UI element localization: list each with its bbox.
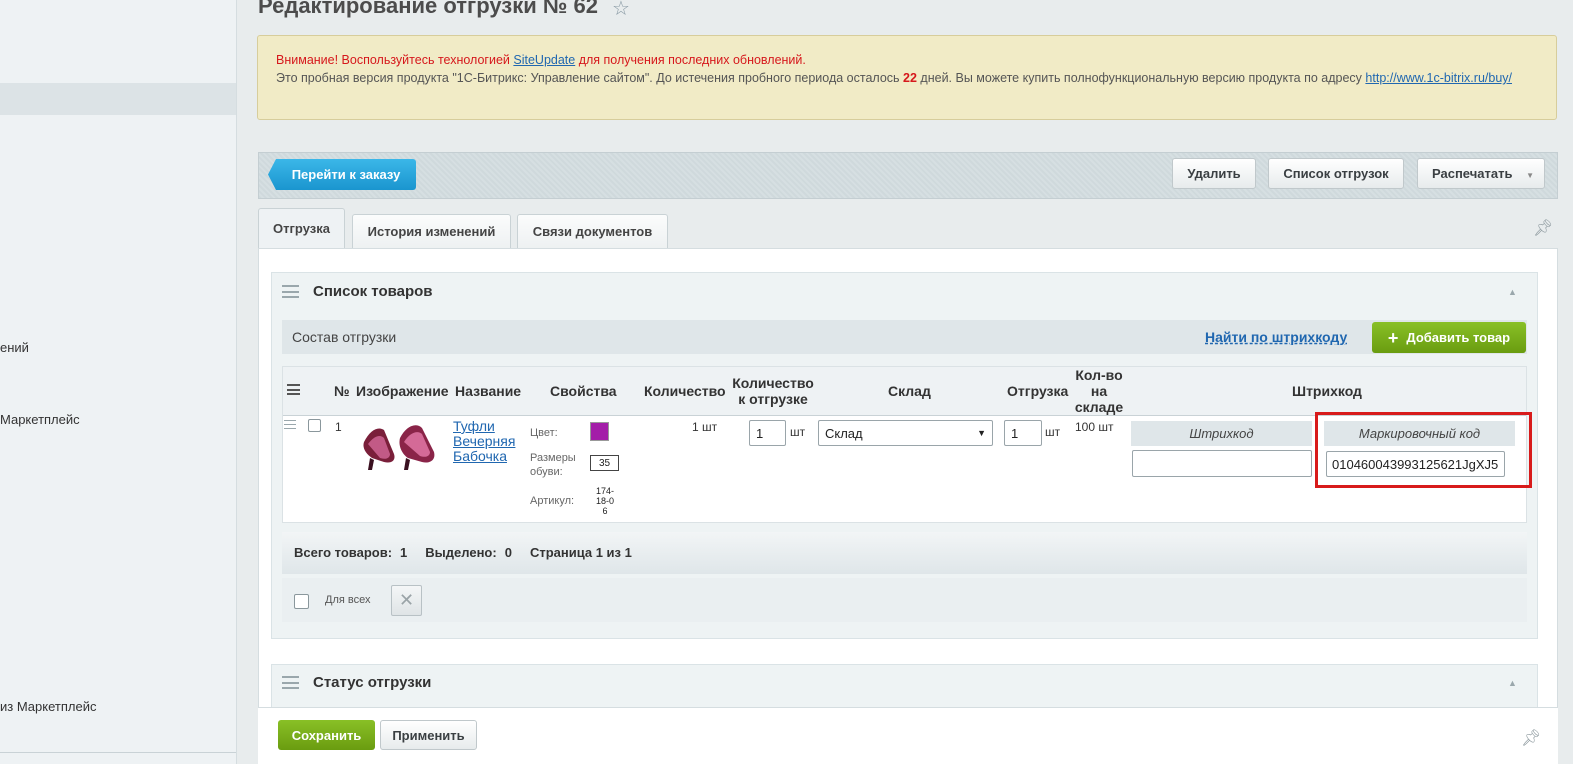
notice-warning-prefix: Внимание! Воспользуйтесь технологией: [276, 53, 514, 67]
qty-to-ship-input[interactable]: 1: [749, 420, 786, 446]
shipments-list-button[interactable]: Список отгрузок: [1268, 158, 1404, 189]
page-title: Редактирование отгрузки № 62: [258, 0, 598, 18]
qty-to-ship-unit: шт: [790, 425, 806, 439]
grid-menu-icon[interactable]: [287, 384, 300, 395]
row-drag-icon[interactable]: [284, 420, 296, 429]
col-qty-to-ship: Количество к отгрузке: [732, 375, 814, 407]
chevron-down-icon: ▼: [1526, 171, 1534, 180]
barcode-input[interactable]: [1132, 450, 1312, 477]
for-all-checkbox[interactable]: [294, 594, 309, 609]
notice-days: 22: [903, 71, 917, 85]
collapse-icon[interactable]: ▲: [1508, 678, 1517, 688]
page-label: Страница 1 из 1: [529, 545, 632, 560]
col-properties: Свойства: [550, 383, 617, 399]
pin-icon[interactable]: 📌︎: [1521, 728, 1541, 748]
notice-warning-suffix: для получения последних обновлений.: [575, 53, 806, 67]
chevron-down-icon: ▼: [977, 428, 986, 438]
prop-article-value: 174-18-06: [595, 486, 614, 516]
products-panel-title: Список товаров: [313, 283, 433, 300]
col-num: №: [334, 383, 350, 399]
shipment-qty-unit: шт: [1045, 425, 1061, 439]
shipment-qty-input[interactable]: 1: [1004, 420, 1042, 446]
row-checkbox[interactable]: [308, 419, 321, 432]
save-button[interactable]: Сохранить: [278, 720, 375, 750]
total-value: 1: [400, 545, 408, 560]
plus-icon: +: [1387, 327, 1399, 348]
drag-handle-icon[interactable]: [282, 285, 299, 298]
col-name: Название: [455, 383, 522, 399]
for-all-label: Для всех: [325, 594, 371, 606]
delete-button[interactable]: Удалить: [1172, 158, 1256, 189]
warehouse-select[interactable]: Склад ▼: [818, 420, 993, 446]
sidebar-item-fragment[interactable]: ений: [0, 340, 29, 355]
print-button-label: Распечатать: [1432, 166, 1513, 181]
add-product-label: Добавить товар: [1406, 330, 1511, 345]
mark-code-highlight: [1315, 412, 1532, 488]
trial-notice: Внимание! Воспользуйтесь технологией Sit…: [257, 35, 1557, 120]
row-quantity: 1 шт: [692, 420, 718, 434]
col-quantity: Количество: [644, 383, 726, 399]
find-by-barcode-link[interactable]: Найти по штрихкоду: [1205, 329, 1347, 345]
sidebar-active-item[interactable]: [0, 83, 236, 115]
col-warehouse: Склад: [888, 383, 931, 399]
product-name-link[interactable]: Туфли Вечерняя Бабочка: [453, 419, 523, 464]
total-label: Всего товаров:: [294, 545, 393, 560]
sidebar-item-from-marketplace[interactable]: из Маркетплейс: [0, 699, 96, 714]
tab-history[interactable]: История изменений: [352, 214, 511, 248]
status-panel: [271, 664, 1538, 708]
drag-handle-icon[interactable]: [282, 676, 299, 689]
pin-icon[interactable]: 📌︎: [1533, 218, 1553, 238]
collapse-icon[interactable]: ▲: [1508, 287, 1517, 297]
color-swatch: [590, 422, 609, 441]
tab-shipment[interactable]: Отгрузка: [258, 208, 345, 248]
left-sidebar: ений Маркетплейс из Маркетплейс: [0, 0, 237, 764]
prop-size-value: 35: [590, 455, 619, 471]
print-button[interactable]: Распечатать ▼: [1417, 158, 1545, 189]
notice-info-middle: дней. Вы можете купить полнофункциональн…: [916, 71, 1366, 85]
grid-summary: Всего товаров: 1 Выделено: 0 Страница 1 …: [294, 545, 632, 560]
selected-label: Выделено:: [425, 545, 497, 560]
notice-info-prefix: Это пробная версия продукта "1С-Битрикс:…: [276, 71, 904, 85]
prop-size-label: Размеры обуви:: [530, 452, 576, 478]
barcode-subheader: Штрихкод: [1131, 421, 1312, 446]
selected-value: 0: [504, 545, 512, 560]
add-product-button[interactable]: + Добавить товар: [1372, 322, 1526, 353]
buy-link[interactable]: http://www.1c-bitrix.ru/buy/: [1365, 71, 1512, 85]
status-panel-title: Статус отгрузки: [313, 674, 432, 691]
composition-title: Состав отгрузки: [292, 329, 397, 345]
col-image: Изображение: [356, 383, 449, 399]
delete-selected-button[interactable]: ✕: [391, 585, 422, 616]
goto-order-button[interactable]: Перейти к заказу: [268, 159, 416, 190]
close-icon: ✕: [398, 590, 415, 610]
col-barcode: Штрихкод: [1292, 383, 1362, 399]
row-num: 1: [335, 420, 342, 434]
sidebar-divider: [0, 752, 236, 753]
col-stock: Кол-во на складе: [1074, 367, 1124, 415]
tab-document-links[interactable]: Связи документов: [517, 214, 668, 248]
group-actions-bar: [282, 578, 1527, 622]
product-image[interactable]: [360, 420, 440, 472]
prop-color-label: Цвет:: [530, 427, 558, 439]
siteupdate-link[interactable]: SiteUpdate: [513, 53, 575, 67]
warehouse-select-value: Склад: [825, 425, 863, 441]
prop-article-label: Артикул:: [530, 495, 575, 507]
star-icon[interactable]: ☆: [612, 0, 630, 21]
row-stock: 100 шт: [1075, 420, 1114, 434]
col-shipment: Отгрузка: [1007, 383, 1069, 399]
sidebar-item-marketplace[interactable]: Маркетплейс: [0, 412, 80, 427]
apply-button[interactable]: Применить: [380, 720, 477, 750]
